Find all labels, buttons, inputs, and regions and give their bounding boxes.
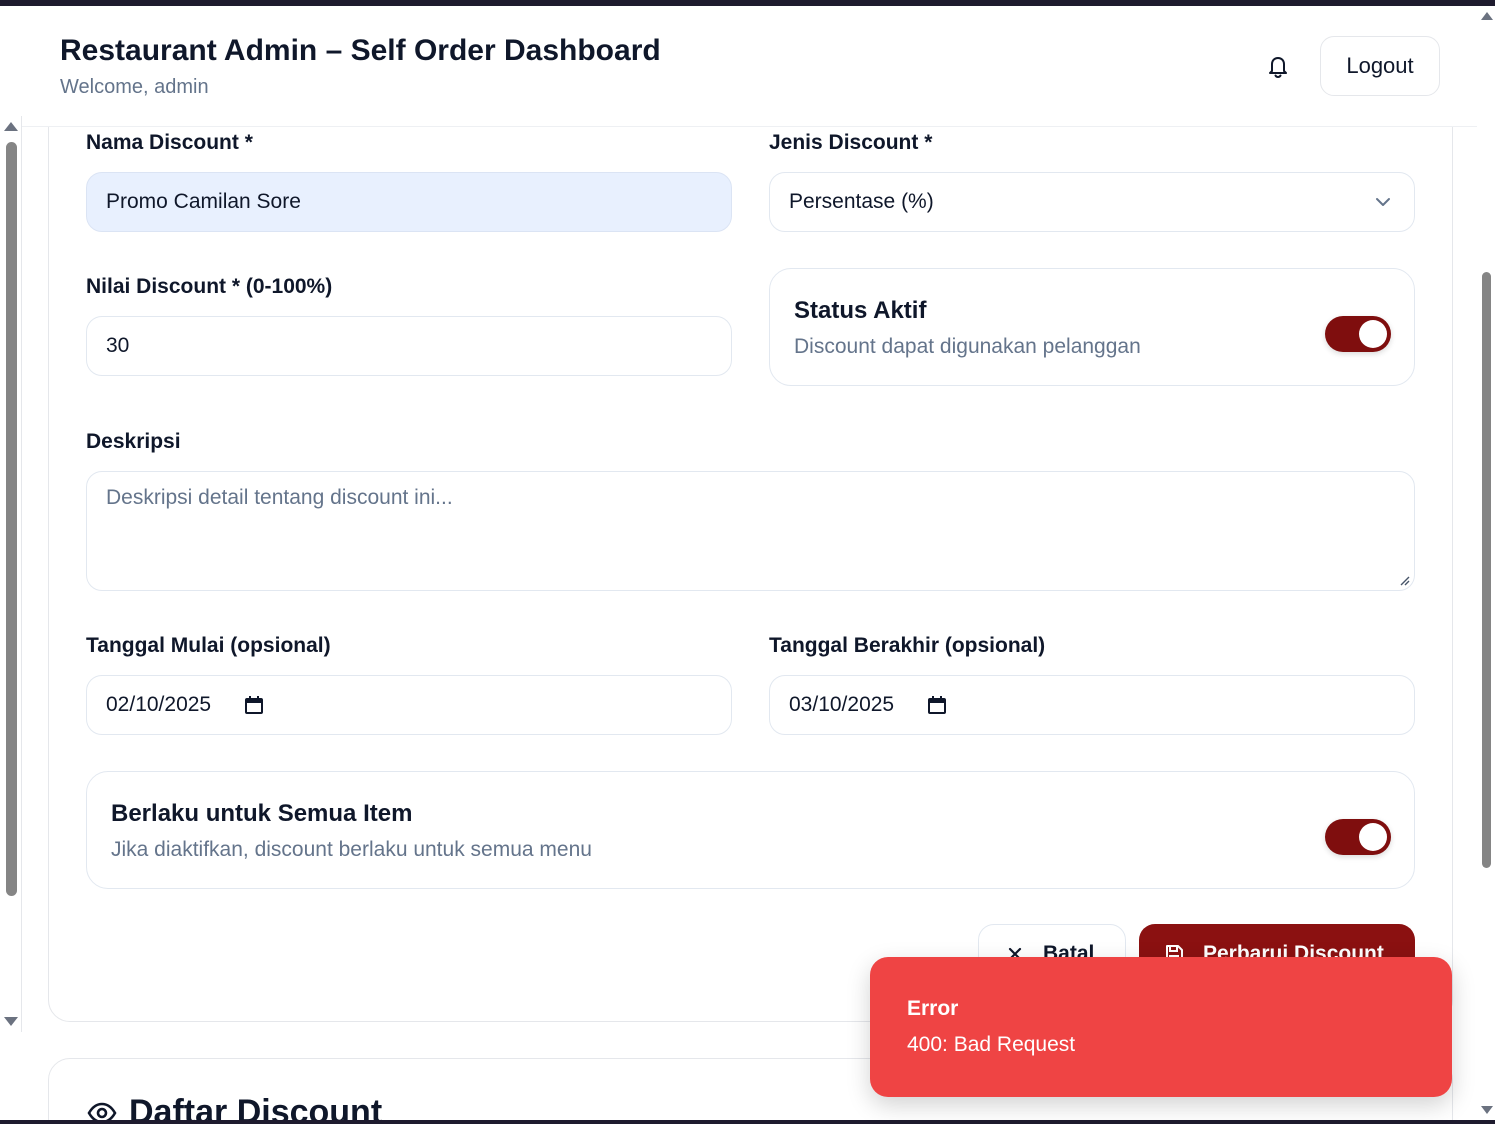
scrollbar-thumb[interactable]: [1482, 272, 1491, 868]
start-date-label: Tanggal Mulai (opsional): [86, 634, 331, 657]
type-label: Jenis Discount *: [769, 131, 933, 154]
toggle-knob: [1359, 320, 1387, 348]
inner-scrollbar[interactable]: [0, 116, 22, 1032]
end-date-input[interactable]: 03/10/2025: [769, 675, 1415, 735]
discount-type-value: Persentase (%): [789, 190, 934, 213]
scrollbar-thumb[interactable]: [6, 142, 17, 896]
calendar-icon[interactable]: [926, 694, 948, 716]
all-items-toggle[interactable]: [1325, 819, 1391, 855]
all-items-description: Jika diaktifkan, discount berlaku untuk …: [111, 838, 592, 861]
description-placeholder: Deskripsi detail tentang discount ini...: [106, 486, 453, 509]
name-label: Nama Discount *: [86, 131, 253, 154]
description-textarea[interactable]: Deskripsi detail tentang discount ini...: [86, 471, 1415, 591]
status-active-toggle[interactable]: [1325, 316, 1391, 352]
all-items-box: Berlaku untuk Semua Item Jika diaktifkan…: [86, 771, 1415, 889]
logout-button[interactable]: Logout: [1320, 36, 1440, 96]
page-title: Restaurant Admin – Self Order Dashboard: [60, 34, 661, 67]
toast-title: Error: [907, 997, 959, 1020]
chevron-down-icon: [1376, 198, 1390, 206]
app-header: Restaurant Admin – Self Order Dashboard …: [22, 6, 1477, 127]
toggle-knob: [1359, 823, 1387, 851]
status-active-box: Status Aktif Discount dapat digunakan pe…: [769, 268, 1415, 386]
bell-icon[interactable]: [1264, 52, 1292, 80]
scroll-up-icon[interactable]: [4, 122, 18, 131]
status-description: Discount dapat digunakan pelanggan: [794, 335, 1141, 358]
window-bottom-border: [0, 1120, 1495, 1124]
discount-value-text: 30: [106, 334, 130, 357]
end-date-value: 03/10/2025: [789, 693, 895, 716]
all-items-title: Berlaku untuk Semua Item: [111, 800, 413, 827]
status-title: Status Aktif: [794, 297, 927, 324]
description-label: Deskripsi: [86, 430, 181, 453]
page-scrollbar[interactable]: [1479, 6, 1495, 1120]
error-toast[interactable]: Error 400: Bad Request: [870, 957, 1452, 1097]
resize-handle-icon[interactable]: [1398, 574, 1410, 586]
discount-name-value: Promo Camilan Sore: [106, 190, 301, 213]
discount-form-card: Nama Discount * Promo Camilan Sore Jenis…: [48, 80, 1453, 1022]
discount-name-input[interactable]: Promo Camilan Sore: [86, 172, 732, 232]
scroll-up-icon[interactable]: [1481, 12, 1493, 20]
welcome-text: Welcome, admin: [60, 76, 209, 98]
value-label: Nilai Discount * (0-100%): [86, 275, 333, 298]
start-date-input[interactable]: 02/10/2025: [86, 675, 732, 735]
end-date-label: Tanggal Berakhir (opsional): [769, 634, 1046, 657]
toast-message: 400: Bad Request: [907, 1033, 1076, 1056]
discount-value-input[interactable]: 30: [86, 316, 732, 376]
scroll-down-icon[interactable]: [4, 1017, 18, 1026]
discount-type-select[interactable]: Persentase (%): [769, 172, 1415, 232]
scroll-down-icon[interactable]: [1481, 1106, 1493, 1114]
calendar-icon[interactable]: [243, 694, 265, 716]
start-date-value: 02/10/2025: [106, 693, 212, 716]
